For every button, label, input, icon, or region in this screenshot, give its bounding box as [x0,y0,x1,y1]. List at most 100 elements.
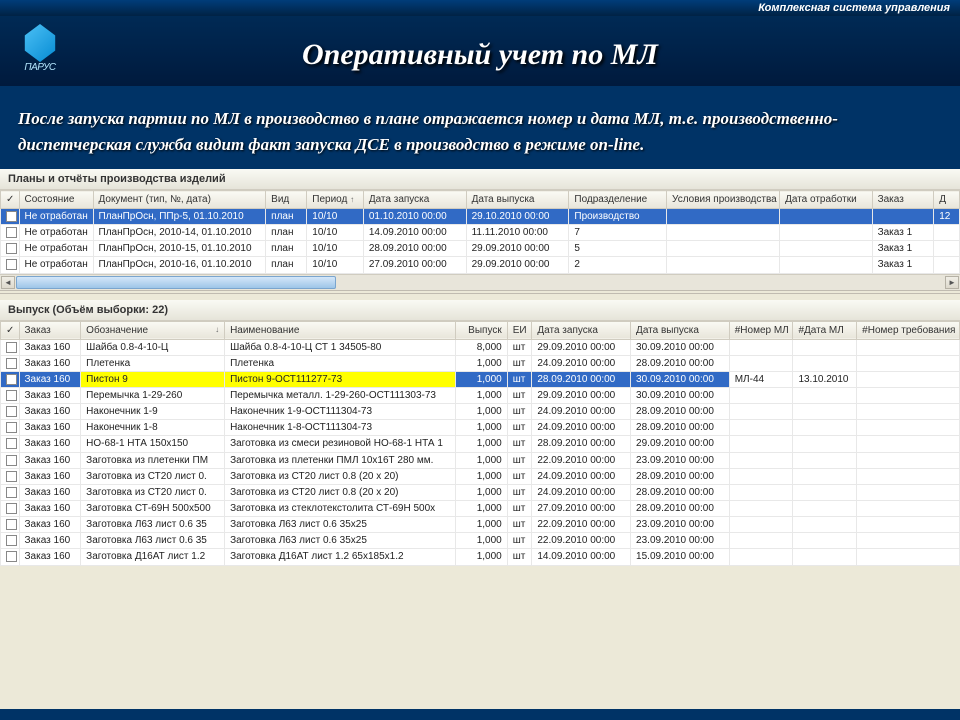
col-end[interactable]: Дата выпуска [631,321,730,339]
col-check[interactable]: ✓ [1,191,20,209]
checkbox-icon[interactable] [6,259,17,270]
col-designation[interactable]: Обозначение ↓ [81,321,225,339]
cell-check[interactable] [1,420,20,436]
checkbox-icon[interactable] [6,358,17,369]
cell-check[interactable] [1,533,20,549]
checkbox-icon[interactable] [6,503,17,514]
col-extra[interactable]: Д [934,191,960,209]
col-state[interactable]: Состояние [19,191,93,209]
col-processed[interactable]: Дата отработки [780,191,873,209]
cell-check[interactable] [1,468,20,484]
cell-start: 28.09.2010 00:00 [532,371,631,387]
cell-check[interactable] [1,452,20,468]
col-ml-number[interactable]: #Номер МЛ [729,321,793,339]
col-ml-date[interactable]: #Дата МЛ [793,321,857,339]
table-row[interactable]: Не отработанПланПрОсн, 2010-15, 01.10.20… [1,241,960,257]
cell-order: Заказ 160 [19,404,81,420]
col-order[interactable]: Заказ [19,321,81,339]
cell-check[interactable] [1,436,20,452]
cell-check[interactable] [1,371,20,387]
cell-check[interactable] [1,339,20,355]
cell-check[interactable] [1,225,20,241]
cell-name: Заготовка Д16АТ лист 1.2 65x185x1.2 [225,549,456,565]
plans-header-row[interactable]: ✓ Состояние Документ (тип, №, дата) Вид … [1,191,960,209]
cell-start: 28.09.2010 00:00 [363,241,466,257]
checkbox-icon[interactable] [6,374,17,385]
cell-unit: шт [507,404,532,420]
cell-check[interactable] [1,209,20,225]
cell-check[interactable] [1,404,20,420]
cell-check[interactable] [1,355,20,371]
cell-check[interactable] [1,241,20,257]
table-row[interactable]: Заказ 160Перемычка 1-29-260Перемычка мет… [1,387,960,403]
cell-order: Заказ 160 [19,339,81,355]
checkbox-icon[interactable] [6,551,17,562]
table-row[interactable]: Заказ 160Шайба 0.8-4-10-ЦШайба 0.8-4-10-… [1,339,960,355]
cell-start: 27.09.2010 00:00 [532,500,631,516]
col-start-date[interactable]: Дата запуска [363,191,466,209]
table-row[interactable]: Заказ 160Заготовка Л63 лист 0.6 35Загото… [1,517,960,533]
table-row[interactable]: Заказ 160Заготовка СТ-69Н 500x500Заготов… [1,500,960,516]
cell-check[interactable] [1,387,20,403]
output-table[interactable]: ✓ Заказ Обозначение ↓ Наименование Выпус… [0,321,960,566]
scroll-left-icon[interactable]: ◄ [1,276,15,289]
cell-check[interactable] [1,500,20,516]
col-order[interactable]: Заказ [872,191,934,209]
scroll-thumb[interactable] [16,276,336,289]
checkbox-icon[interactable] [6,438,17,449]
output-header-row[interactable]: ✓ Заказ Обозначение ↓ Наименование Выпус… [1,321,960,339]
col-check[interactable]: ✓ [1,321,20,339]
cell-check[interactable] [1,257,20,273]
table-row[interactable]: Заказ 160Заготовка Л63 лист 0.6 35Загото… [1,533,960,549]
checkbox-icon[interactable] [6,227,17,238]
cell-unit: Производство [569,209,667,225]
col-unit[interactable]: ЕИ [507,321,532,339]
checkbox-icon[interactable] [6,487,17,498]
checkbox-icon[interactable] [6,406,17,417]
table-row[interactable]: Заказ 160Заготовка из плетенки ПМЗаготов… [1,452,960,468]
table-row[interactable]: Заказ 160Заготовка из СТ20 лист 0.Загото… [1,484,960,500]
col-conditions[interactable]: Условия производства [667,191,780,209]
table-row[interactable]: Заказ 160Пистон 9Пистон 9-ОСТ111277-731,… [1,371,960,387]
plans-hscroll[interactable]: ◄ ► [0,274,960,290]
cell-desig: Заготовка Д16АТ лист 1.2 [81,549,225,565]
cell-mldate [793,420,857,436]
cell-extra: 12 [934,209,960,225]
cell-name: Перемычка металл. 1-29-260-ОСТ111303-73 [225,387,456,403]
col-start[interactable]: Дата запуска [532,321,631,339]
checkbox-icon[interactable] [6,243,17,254]
col-end-date[interactable]: Дата выпуска [466,191,569,209]
checkbox-icon[interactable] [6,422,17,433]
cell-check[interactable] [1,517,20,533]
checkbox-icon[interactable] [6,455,17,466]
col-kind[interactable]: Вид [266,191,307,209]
cell-qty: 1,000 [456,404,507,420]
table-row[interactable]: Заказ 160НО-68-1 НТА 150x150Заготовка из… [1,436,960,452]
table-row[interactable]: Заказ 160Заготовка из СТ20 лист 0.Загото… [1,468,960,484]
checkbox-icon[interactable] [6,211,17,222]
col-qty[interactable]: Выпуск [456,321,507,339]
cell-check[interactable] [1,484,20,500]
scroll-right-icon[interactable]: ► [945,276,959,289]
cell-check[interactable] [1,549,20,565]
col-unit[interactable]: Подразделение [569,191,667,209]
checkbox-icon[interactable] [6,535,17,546]
checkbox-icon[interactable] [6,390,17,401]
col-document[interactable]: Документ (тип, №, дата) [93,191,266,209]
cell-start: 24.09.2010 00:00 [532,484,631,500]
col-req-number[interactable]: #Номер требования [857,321,960,339]
checkbox-icon[interactable] [6,471,17,482]
checkbox-icon[interactable] [6,342,17,353]
table-row[interactable]: Не отработанПланПрОсн, ППр-5, 01.10.2010… [1,209,960,225]
checkbox-icon[interactable] [6,519,17,530]
table-row[interactable]: Не отработанПланПрОсн, 2010-16, 01.10.20… [1,257,960,273]
col-name[interactable]: Наименование [225,321,456,339]
table-row[interactable]: Заказ 160Наконечник 1-8Наконечник 1-8-ОС… [1,420,960,436]
cell-unit: шт [507,420,532,436]
table-row[interactable]: Заказ 160ПлетенкаПлетенка1,000шт24.09.20… [1,355,960,371]
table-row[interactable]: Не отработанПланПрОсн, 2010-14, 01.10.20… [1,225,960,241]
col-period[interactable]: Период ↑ [307,191,364,209]
plans-table[interactable]: ✓ Состояние Документ (тип, №, дата) Вид … [0,190,960,274]
table-row[interactable]: Заказ 160Заготовка Д16АТ лист 1.2Заготов… [1,549,960,565]
table-row[interactable]: Заказ 160Наконечник 1-9Наконечник 1-9-ОС… [1,404,960,420]
